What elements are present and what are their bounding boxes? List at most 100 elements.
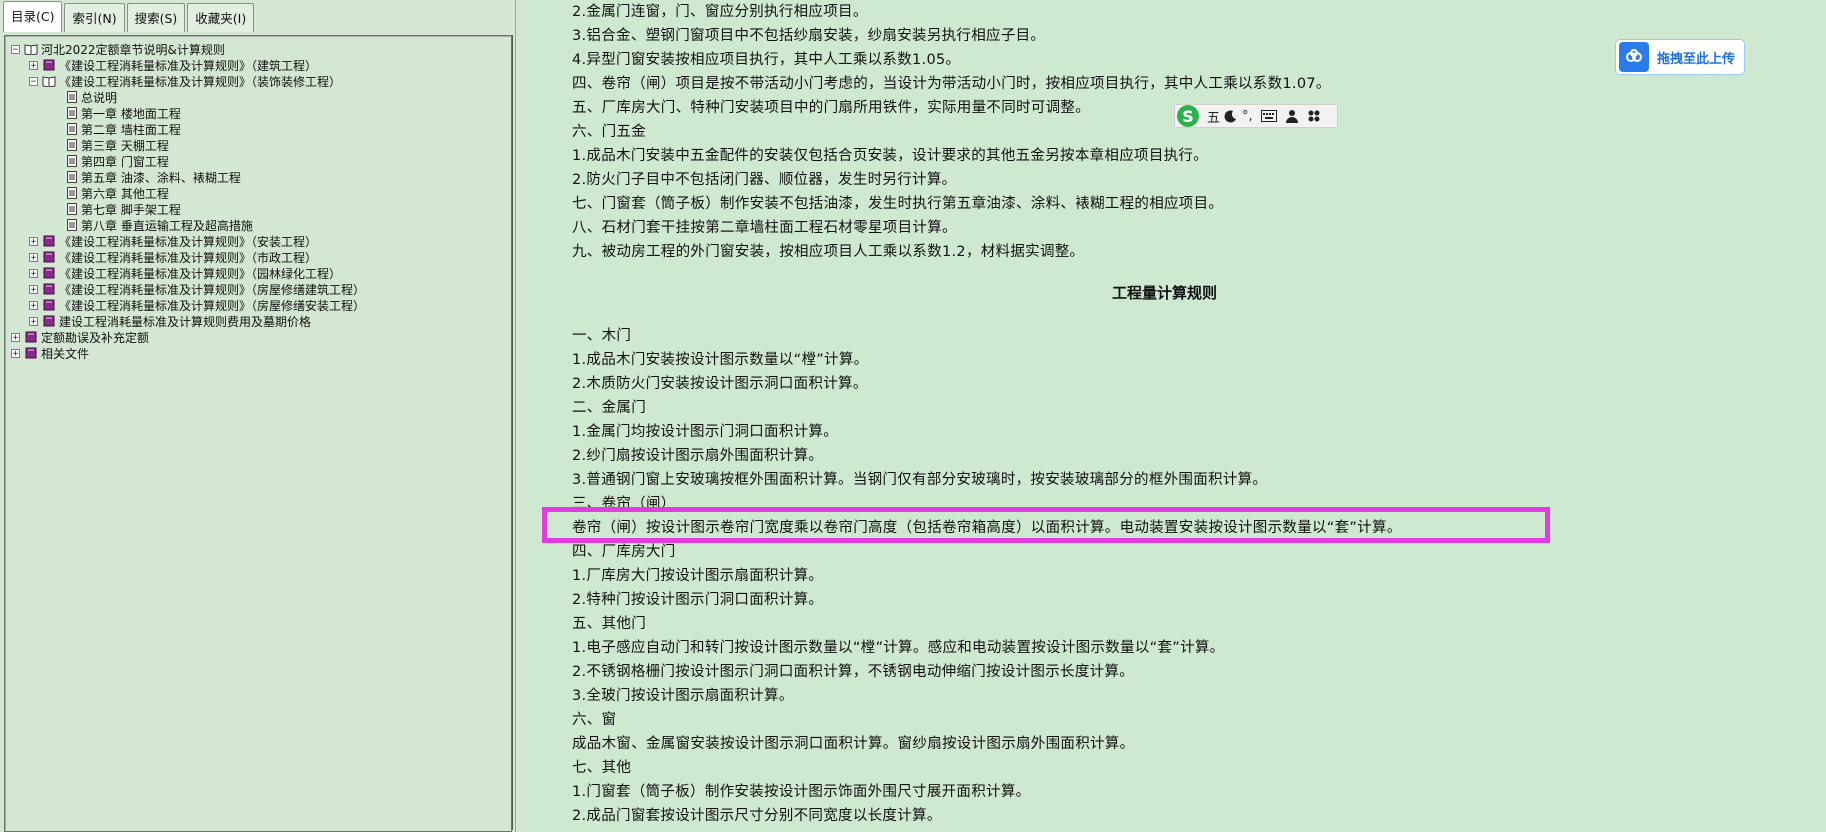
tree-node-repair-building[interactable]: + 《建设工程消耗量标准及计算规则》（房屋修缮建筑工程）: [29, 281, 365, 297]
doc-line: 五、厂库房大门、特种门安装项目中的门扇所用铁件，实际用量不同时可调整。: [572, 100, 1090, 116]
rule-line: 3.全玻门按设计图示扇面积计算。: [572, 688, 794, 704]
tree-node-municipal[interactable]: + 《建设工程消耗量标准及计算规则》（市政工程）: [29, 249, 317, 265]
doc-line: 4.异型门窗安装按相应项目执行，其中人工乘以系数1.05。: [572, 52, 961, 68]
ime-mode[interactable]: 五: [1207, 107, 1220, 126]
book-icon: [43, 267, 55, 279]
book-open-icon: [24, 44, 38, 55]
rule-line: 成品木窗、金属窗安装按设计图示洞口面积计算。窗纱扇按设计图示扇外围面积计算。: [572, 736, 1135, 752]
upload-label: 拖拽至此上传: [1657, 51, 1736, 67]
rule-line: 1.金属门均按设计图示门洞口面积计算。: [572, 424, 839, 440]
tree-node-label: 《建设工程消耗量标准及计算规则》（市政工程）: [59, 250, 318, 265]
keyboard-icon[interactable]: [1260, 110, 1277, 122]
tree-node-chapter-2[interactable]: 第二章 墙柱面工程: [65, 121, 181, 137]
tree-node-chapter-7[interactable]: 第七章 脚手架工程: [65, 201, 181, 217]
page-icon: [67, 203, 77, 215]
tree-node-related-files[interactable]: + 相关文件: [11, 345, 89, 361]
book-icon: [43, 299, 55, 311]
tab-index[interactable]: 索引(N): [64, 3, 125, 32]
rule-line: 3.普通钢门窗上安玻璃按框外围面积计算。当钢门仅有部分安玻璃时，按安装玻璃部分的…: [572, 472, 1268, 488]
tree-node-chapter-6[interactable]: 第六章 其他工程: [65, 185, 169, 201]
tree-node-root[interactable]: − 河北2022定额章节说明&计算规则: [11, 41, 225, 57]
ime-toolbar[interactable]: S 五 °,: [1174, 104, 1338, 128]
tree-node-installation[interactable]: + 《建设工程消耗量标准及计算规则》（安装工程）: [29, 233, 317, 249]
tree-node-landscape[interactable]: + 《建设工程消耗量标准及计算规则》（园林绿化工程）: [29, 265, 341, 281]
upload-button[interactable]: 拖拽至此上传: [1615, 39, 1745, 75]
tree-node-chapter-3[interactable]: 第三章 天棚工程: [65, 137, 169, 153]
tree-node-chapter-5[interactable]: 第五章 油漆、涂料、裱糊工程: [65, 169, 241, 185]
rule-line: 六、窗: [572, 712, 617, 728]
page-icon: [67, 219, 77, 231]
book-icon: [43, 283, 55, 295]
moon-icon[interactable]: [1224, 109, 1238, 123]
tree-node-repair-installation[interactable]: + 《建设工程消耗量标准及计算规则》（房屋修缮安装工程）: [29, 297, 365, 313]
expand-icon[interactable]: +: [29, 316, 38, 326]
tab-search[interactable]: 搜索(S): [126, 3, 186, 32]
book-icon: [43, 235, 55, 247]
page-icon: [67, 91, 77, 103]
tree-node-building[interactable]: + 《建设工程消耗量标准及计算规则》（建筑工程）: [29, 57, 317, 73]
doc-line: 3.铝合金、塑钢门窗项目中不包括纱扇安装，纱扇安装另执行相应子目。: [572, 28, 1046, 44]
tree-node-chapter-1[interactable]: 第一章 楼地面工程: [65, 105, 181, 121]
expand-icon[interactable]: +: [11, 332, 20, 342]
highlight-annotation: [542, 507, 1550, 543]
tree-node-label: 第二章 墙柱面工程: [81, 122, 181, 137]
pane-splitter[interactable]: [515, 0, 529, 832]
expand-icon[interactable]: +: [29, 284, 38, 294]
expand-icon[interactable]: +: [29, 300, 38, 310]
tree-node-label: 第五章 油漆、涂料、裱糊工程: [81, 170, 241, 185]
grid-icon[interactable]: [1307, 109, 1321, 123]
ime-punct[interactable]: °,: [1242, 109, 1253, 124]
tree-node-decoration[interactable]: − 《建设工程消耗量标准及计算规则》（装饰装修工程）: [29, 73, 341, 89]
page-icon: [67, 187, 77, 199]
book-icon: [43, 315, 55, 327]
doc-line: 1.成品木门安装中五金配件的安装仅包括合页安装，设计要求的其他五金另按本章相应项…: [572, 148, 1209, 164]
tab-contents[interactable]: 目录(C): [3, 1, 63, 32]
rule-line: 二、金属门: [572, 400, 646, 416]
expand-icon[interactable]: +: [29, 60, 38, 70]
rule-line: 2.纱门扇按设计图示扇外围面积计算。: [572, 448, 824, 464]
book-icon: [43, 251, 55, 263]
tree-node-label: 《建设工程消耗量标准及计算规则》（装饰装修工程）: [59, 74, 342, 89]
tree-node-label: 第七章 脚手架工程: [81, 202, 181, 217]
book-open-icon: [42, 76, 56, 87]
page-icon: [67, 139, 77, 151]
tree-node-label: 总说明: [81, 90, 118, 105]
book-icon: [43, 59, 55, 71]
rule-line: 1.成品木门安装按设计图示数量以“樘”计算。: [572, 352, 869, 368]
tree-node-chapter-8[interactable]: 第八章 垂直运输工程及超高措施: [65, 217, 253, 233]
tree-node-label: 《建设工程消耗量标准及计算规则》（建筑工程）: [59, 58, 318, 73]
doc-line: 2.防火门子目中不包括闭门器、顺位器，发生时另行计算。: [572, 172, 957, 188]
tree-node-chapter-4[interactable]: 第四章 门窗工程: [65, 153, 169, 169]
expand-icon[interactable]: +: [29, 236, 38, 246]
rule-line: 五、其他门: [572, 616, 646, 632]
toc-tree: − 河北2022定额章节说明&计算规则 + 《建设工程消耗量标准及计算规则》（建…: [4, 35, 512, 832]
rule-line: 1.门窗套（筒子板）制作安装按设计图示饰面外围尺寸展开面积计算。: [572, 784, 1031, 800]
page-icon: [67, 123, 77, 135]
book-icon: [25, 347, 37, 359]
rule-line: 1.厂库房大门按设计图示扇面积计算。: [572, 568, 824, 584]
collapse-icon[interactable]: −: [11, 44, 20, 54]
user-icon[interactable]: [1285, 109, 1299, 123]
collapse-icon[interactable]: −: [29, 76, 38, 86]
tree-node-label: 建设工程消耗量标准及计算规则费用及墓期价格: [59, 314, 312, 329]
doc-line: 六、门五金: [572, 124, 646, 140]
expand-icon[interactable]: +: [29, 252, 38, 262]
tree-node-general[interactable]: 总说明: [65, 89, 117, 105]
expand-icon[interactable]: +: [29, 268, 38, 278]
tree-node-errata[interactable]: + 定额勘误及补充定额: [11, 329, 149, 345]
tree-node-label: 《建设工程消耗量标准及计算规则》（园林绿化工程）: [59, 266, 342, 281]
page-icon: [67, 107, 77, 119]
rule-line: 2.成品门窗套按设计图示尺寸分别不同宽度以长度计算。: [572, 808, 942, 824]
page-icon: [67, 171, 77, 183]
section-heading: 工程量计算规则: [1112, 284, 1218, 302]
tree-node-label: 第六章 其他工程: [81, 186, 169, 201]
expand-icon[interactable]: +: [11, 348, 20, 358]
ime-logo-icon[interactable]: S: [1177, 105, 1199, 127]
doc-line: 七、门窗套（筒子板）制作安装不包括油漆，发生时执行第五章油漆、涂料、裱糊工程的相…: [572, 196, 1224, 212]
cloud-icon: [1619, 42, 1649, 72]
tree-node-label: 第四章 门窗工程: [81, 154, 169, 169]
tree-node-label: 定额勘误及补充定额: [41, 330, 150, 345]
tree-node-label: 《建设工程消耗量标准及计算规则》（房屋修缮建筑工程）: [59, 282, 366, 297]
tab-favorites[interactable]: 收藏夹(I): [187, 3, 255, 32]
tree-node-fees[interactable]: + 建设工程消耗量标准及计算规则费用及墓期价格: [29, 313, 311, 329]
